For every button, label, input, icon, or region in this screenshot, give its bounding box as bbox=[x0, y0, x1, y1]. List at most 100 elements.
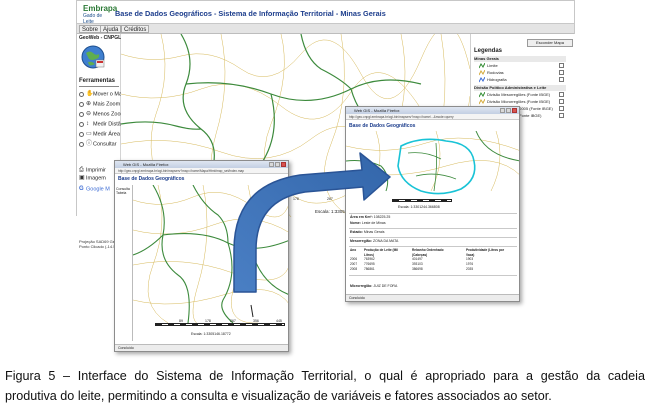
radio-button[interactable] bbox=[79, 121, 84, 127]
maximize-icon[interactable] bbox=[506, 108, 511, 113]
info-icon: ⓘ bbox=[86, 141, 93, 147]
tool-google-maps[interactable]: G Google M bbox=[79, 185, 110, 193]
scale-text: Escala: 1:3301244.366808 bbox=[398, 205, 440, 209]
menu-sobre[interactable]: Sobre bbox=[79, 25, 102, 33]
line-symbol-icon bbox=[479, 63, 485, 69]
legend-label: Rodovias bbox=[487, 70, 504, 75]
table-cell: 776695 bbox=[364, 262, 375, 266]
scale-number: 356 bbox=[253, 319, 259, 323]
globe-icon bbox=[81, 45, 105, 69]
url-bar[interactable]: http://geo.cnpgl.embrapa.br/cgi-bin/maps… bbox=[346, 114, 519, 120]
legend-checkbox[interactable] bbox=[559, 92, 564, 97]
tool-query[interactable]: ⓘConsultar bbox=[79, 140, 117, 148]
table-cell: 386698 bbox=[412, 267, 423, 271]
menu-bar: Sobre Ajuda Créditos bbox=[77, 23, 574, 34]
scale-number: 267 bbox=[327, 197, 333, 201]
area-icon: ▭ bbox=[86, 131, 92, 137]
legend-checkbox[interactable] bbox=[559, 106, 564, 111]
field-area: Área em Km²: 108225.25 bbox=[350, 215, 390, 220]
field-value: Leste de Minas bbox=[361, 221, 386, 225]
table-row: 2008 786861 386698 2035 bbox=[350, 267, 518, 272]
table-cell: 763962 bbox=[364, 257, 375, 261]
legend-label: Hidrografia bbox=[487, 77, 507, 82]
field-mesorregiao: Mesorregião: ZONA DA MATA bbox=[350, 239, 398, 244]
legend-checkbox[interactable] bbox=[559, 70, 564, 75]
line-symbol-icon bbox=[479, 70, 485, 76]
menu-ajuda[interactable]: Ajuda bbox=[100, 25, 122, 33]
table-header: Ano bbox=[350, 248, 357, 252]
close-icon[interactable] bbox=[281, 162, 286, 167]
radio-button[interactable] bbox=[79, 141, 84, 147]
divider bbox=[79, 86, 119, 87]
legend-group-header: Divisão Político Administrativa e Leite bbox=[474, 85, 566, 91]
milk-data-table: Ano Produção de Leite (Mil Litros) Reban… bbox=[350, 248, 518, 272]
radio-button[interactable] bbox=[79, 101, 84, 107]
legend-item-hidrografia[interactable]: Hidrografia bbox=[474, 77, 570, 83]
divider bbox=[349, 275, 517, 276]
popup-subtitle: Base de Dados Geográficos bbox=[349, 123, 416, 129]
legend-item-rodovias[interactable]: Rodovias bbox=[474, 70, 570, 76]
radio-button[interactable] bbox=[79, 111, 84, 117]
legend-checkbox[interactable] bbox=[559, 63, 564, 68]
tool-zoom-in[interactable]: ⊕ Mais Zoom bbox=[79, 100, 120, 108]
legend-item-microrregioes[interactable]: Divisão Microrregiões (Fonte IBGE) bbox=[474, 99, 570, 105]
field-value: 108225.25 bbox=[373, 215, 391, 219]
legend-item-limite[interactable]: Limite bbox=[474, 63, 570, 69]
line-symbol-icon bbox=[479, 92, 485, 98]
radio-button[interactable] bbox=[79, 131, 84, 137]
maximize-icon[interactable] bbox=[275, 162, 280, 167]
table-header: Produção de Leite (Mil Litros) bbox=[364, 248, 399, 257]
popup-map[interactable]: 89 178 267 356 445 Escala: 1:3305146.187… bbox=[132, 184, 289, 341]
map-popup-window: Web GIS - Mozilla Firefox http://geo.cnp… bbox=[114, 160, 289, 352]
scale-bar bbox=[155, 323, 285, 326]
embrapa-logo: Embrapa Gado de Leite bbox=[83, 4, 117, 25]
legend-title: Legendas bbox=[474, 48, 503, 54]
table-cell: 2006 bbox=[350, 257, 358, 261]
legend-group-header: Minas Gerais bbox=[474, 56, 566, 62]
table-cell: 2035 bbox=[466, 267, 474, 271]
close-icon[interactable] bbox=[512, 108, 517, 113]
status-bar: Concluído bbox=[115, 344, 288, 351]
tool-image[interactable]: ▣Imagem bbox=[79, 174, 106, 182]
divider bbox=[349, 246, 517, 247]
scale-number: 178 bbox=[205, 319, 211, 323]
menu-creditos[interactable]: Créditos bbox=[121, 25, 150, 33]
zoom-out-icon: ⊖ bbox=[86, 111, 92, 117]
field-value: Minas Gerais bbox=[363, 230, 385, 234]
caption-line-1: Figura 5 – Interface do Sistema de Infor… bbox=[5, 369, 645, 383]
legend-item-mesorregioes[interactable]: Divisão Mesorregiões (Fonte IBGE) bbox=[474, 92, 570, 98]
table-cell: 1976 bbox=[466, 262, 474, 266]
line-symbol-icon bbox=[479, 77, 485, 83]
app-header: Embrapa Gado de Leite Base de Dados Geog… bbox=[77, 1, 574, 25]
tool-print[interactable]: ⎙ Imprimir bbox=[79, 166, 106, 174]
url-bar[interactable]: http://geo.cnpgl.embrapa.br/cgi-bin/maps… bbox=[115, 168, 288, 174]
status-bar: Concluído bbox=[346, 294, 519, 301]
query-result-panel: Área em Km²: 108225.25 Nome: Leste de Mi… bbox=[346, 211, 519, 295]
query-map[interactable]: Escala: 1:3301244.366808 bbox=[346, 130, 519, 211]
minimize-icon[interactable] bbox=[269, 162, 274, 167]
field-nome: Nome: Leste de Minas bbox=[350, 221, 386, 226]
table-cell: 401497 bbox=[412, 257, 423, 261]
table-cell: 1903 bbox=[466, 257, 474, 261]
legend-checkbox[interactable] bbox=[559, 113, 564, 118]
popup-titlebar: Web GIS - Mozilla Firefox bbox=[346, 107, 519, 114]
scale-number: 445 bbox=[276, 319, 282, 323]
popup-map-canvas[interactable] bbox=[132, 184, 289, 341]
hide-map-button[interactable]: Esconder Mapa bbox=[527, 39, 573, 47]
field-label: Estado: bbox=[350, 230, 363, 234]
tool-measure-area[interactable]: ▭Medir Área bbox=[79, 130, 120, 138]
line-symbol-icon bbox=[479, 99, 485, 105]
tool-label: Imagem bbox=[86, 175, 106, 182]
table-cell: 786861 bbox=[364, 267, 375, 271]
minimize-icon[interactable] bbox=[500, 108, 505, 113]
field-value: ZONA DA MATA bbox=[372, 239, 399, 243]
radio-button[interactable] bbox=[79, 91, 84, 97]
divider bbox=[349, 228, 517, 229]
scale-number: 267 bbox=[230, 319, 236, 323]
scale-number: 178 bbox=[293, 197, 299, 201]
legend-checkbox[interactable] bbox=[559, 77, 564, 82]
table-header: Produtividade (Litros por Vaca) bbox=[466, 248, 505, 257]
tool-zoom-out[interactable]: ⊖ Menos Zoom bbox=[79, 110, 125, 118]
legend-checkbox[interactable] bbox=[559, 99, 564, 104]
legend-label: Limite bbox=[487, 63, 498, 68]
